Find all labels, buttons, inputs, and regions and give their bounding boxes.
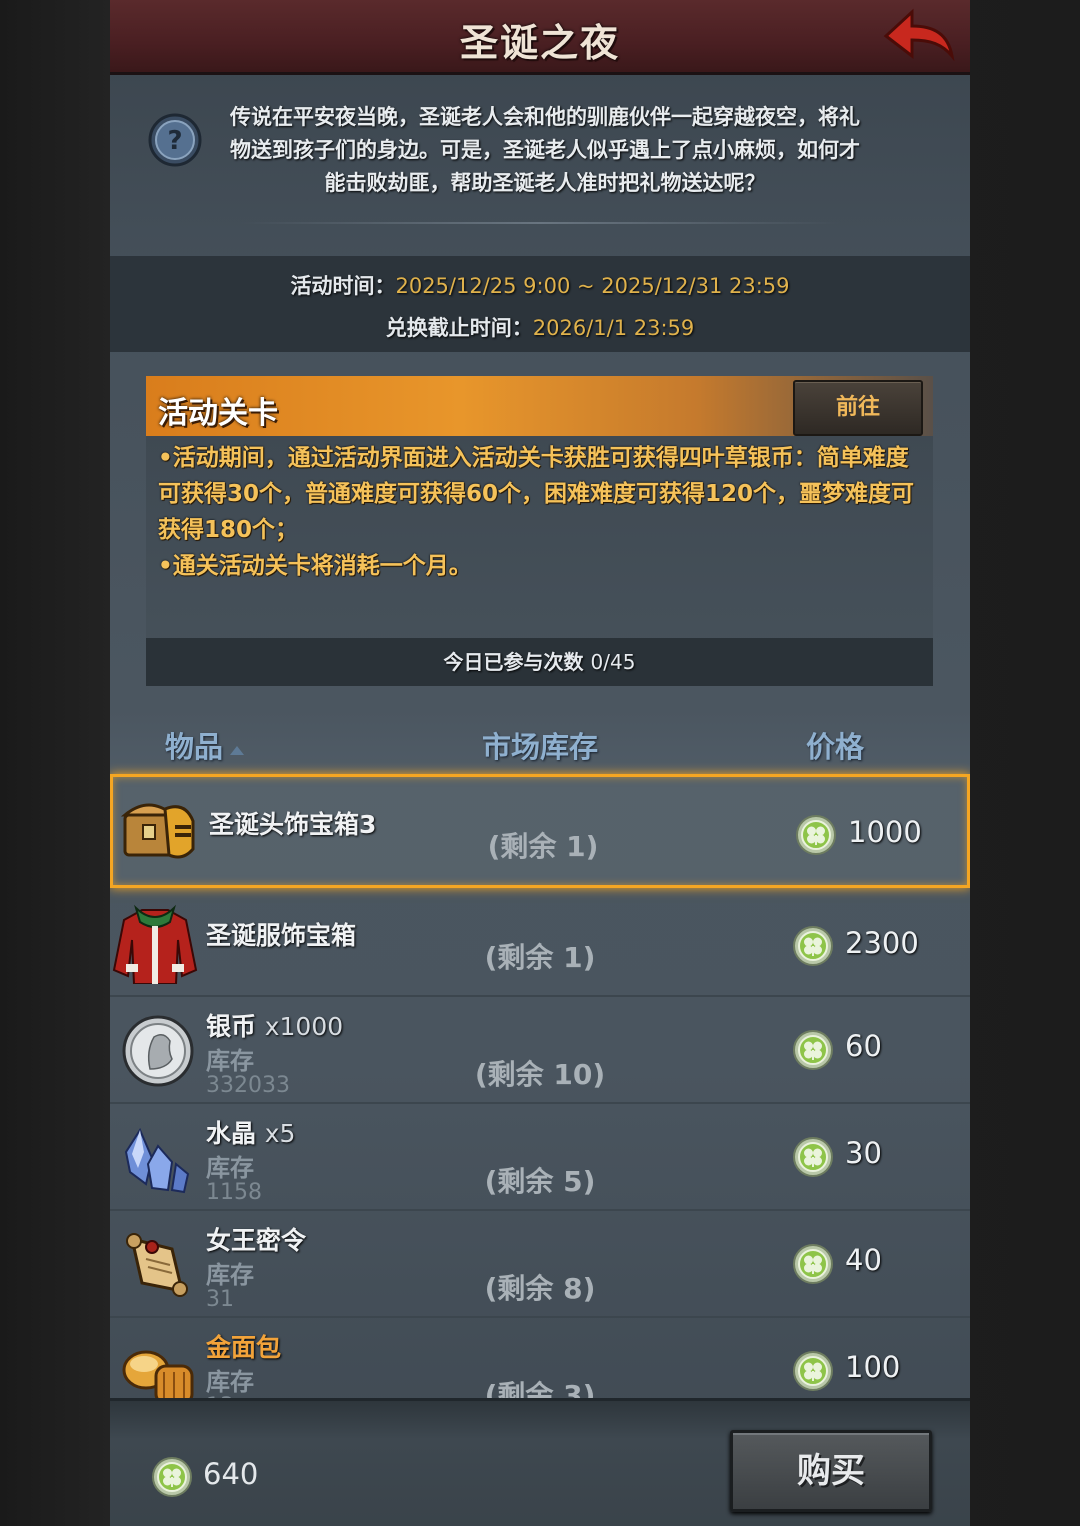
participation-label: 今日已参与次数 bbox=[443, 650, 584, 674]
item-price: 100 bbox=[845, 1350, 901, 1384]
column-header-stock[interactable]: 市场库存 bbox=[482, 724, 598, 766]
stock-label: 库存 bbox=[206, 1047, 254, 1075]
item-name: 圣诞服饰宝箱 bbox=[206, 921, 357, 950]
christmas-outfit-icon bbox=[112, 904, 198, 984]
exchange-deadline-value: 2026/1/1 23:59 bbox=[532, 316, 695, 340]
exchange-deadline-label: 兑换截止时间： bbox=[385, 316, 533, 340]
item-price: 2300 bbox=[845, 926, 919, 960]
silver-coin-icon bbox=[122, 1015, 194, 1087]
page: 圣诞之夜 ? 传说在平安夜当晚，圣诞老人会和他的驯鹿伙伴一起穿越夜空，将礼物送到… bbox=[0, 0, 1080, 1526]
scroll-icon bbox=[126, 1233, 188, 1297]
crystal-icon bbox=[124, 1127, 190, 1194]
stage-card: 活动关卡 前往 •活动期间，通过活动界面进入活动关卡获胜可获得四叶草银币：简单难… bbox=[146, 376, 933, 686]
stock-label: 库存 bbox=[206, 1368, 254, 1396]
main-panel: 圣诞之夜 ? 传说在平安夜当晚，圣诞老人会和他的驯鹿伙伴一起穿越夜空，将礼物送到… bbox=[110, 0, 970, 1526]
page-title: 圣诞之夜 bbox=[459, 21, 620, 65]
stock-label: 库存 bbox=[206, 1154, 254, 1182]
clover-coin-icon bbox=[796, 815, 836, 855]
stage-rules: •活动期间，通过活动界面进入活动关卡获胜可获得四叶草银币：简单难度可获得30个，… bbox=[158, 440, 920, 584]
table-row[interactable]: 女王密令 库存 31 (剩余 8) 40 bbox=[110, 1211, 970, 1318]
participation-value: 0/45 bbox=[590, 650, 636, 674]
sort-asc-icon[interactable] bbox=[230, 746, 244, 755]
item-price: 30 bbox=[845, 1136, 882, 1170]
clover-coin-icon bbox=[793, 926, 833, 966]
svg-text:?: ? bbox=[167, 126, 182, 156]
question-icon[interactable]: ? bbox=[148, 113, 202, 167]
table-header: 物品 市场库存 价格 bbox=[110, 710, 970, 774]
activity-time-value: 2025/12/25 9:00 ~ 2025/12/31 23:59 bbox=[395, 274, 790, 298]
goto-button[interactable]: 前往 bbox=[793, 380, 923, 436]
item-price: 40 bbox=[845, 1243, 882, 1277]
item-name: 水晶 x5 bbox=[206, 1119, 296, 1148]
exchange-deadline-row: 兑换截止时间：2026/1/1 23:59 bbox=[110, 312, 970, 342]
activity-time-row: 活动时间：2025/12/25 9:00 ~ 2025/12/31 23:59 bbox=[110, 270, 970, 300]
clover-coin-icon bbox=[793, 1137, 833, 1177]
table-row[interactable]: 银币 x1000 库存 332033 (剩余 10) 60 bbox=[110, 997, 970, 1104]
item-name: 圣诞头饰宝箱3 bbox=[209, 810, 377, 839]
coin-balance: 640 bbox=[203, 1457, 259, 1491]
stage-rule-1: •活动期间，通过活动界面进入活动关卡获胜可获得四叶草银币：简单难度可获得30个，… bbox=[158, 445, 915, 543]
title-bar: 圣诞之夜 bbox=[110, 0, 970, 75]
item-name: 银币 x1000 bbox=[206, 1012, 344, 1041]
stage-rule-2: •通关活动关卡将消耗一个月。 bbox=[158, 553, 472, 579]
stage-title: 活动关卡 bbox=[158, 396, 278, 431]
clover-coin-icon bbox=[152, 1457, 192, 1497]
back-arrow-icon[interactable] bbox=[878, 6, 958, 66]
clover-coin-icon bbox=[793, 1030, 833, 1070]
table-row[interactable]: 圣诞头饰宝箱3 (剩余 1) 1000 bbox=[110, 774, 970, 888]
stock-value: 31 bbox=[206, 1287, 234, 1312]
stock-label: 库存 bbox=[206, 1261, 254, 1289]
helmet-chest-icon bbox=[121, 803, 195, 859]
table-row[interactable]: 水晶 x5 库存 1158 (剩余 5) 30 bbox=[110, 1104, 970, 1211]
column-header-item[interactable]: 物品 bbox=[165, 724, 223, 766]
time-band: 活动时间：2025/12/25 9:00 ~ 2025/12/31 23:59 … bbox=[110, 256, 970, 352]
divider bbox=[240, 222, 840, 224]
table-row[interactable]: 圣诞服饰宝箱 (剩余 1) 2300 bbox=[110, 888, 970, 997]
activity-time-label: 活动时间： bbox=[290, 274, 396, 298]
item-price: 1000 bbox=[848, 815, 922, 849]
stock-value: 332033 bbox=[206, 1073, 290, 1098]
remaining-count: (剩余 8) bbox=[484, 1272, 596, 1305]
clover-coin-icon bbox=[793, 1351, 833, 1391]
column-header-price[interactable]: 价格 bbox=[806, 724, 864, 766]
stock-value: 1158 bbox=[206, 1180, 262, 1205]
description-section: ? 传说在平安夜当晚，圣诞老人会和他的驯鹿伙伴一起穿越夜空，将礼物送到孩子们的身… bbox=[110, 75, 970, 255]
remaining-count: (剩余 1) bbox=[484, 941, 596, 974]
item-name: 金面包 bbox=[206, 1333, 282, 1362]
stage-header: 活动关卡 前往 bbox=[146, 376, 933, 436]
remaining-count: (剩余 5) bbox=[484, 1165, 596, 1198]
remaining-count: (剩余 10) bbox=[474, 1058, 606, 1091]
item-name: 女王密令 bbox=[206, 1226, 307, 1255]
bottom-bar: 640 购买 bbox=[110, 1398, 970, 1526]
remaining-count: (剩余 1) bbox=[487, 830, 599, 863]
description-text: 传说在平安夜当晚，圣诞老人会和他的驯鹿伙伴一起穿越夜空，将礼物送到孩子们的身边。… bbox=[230, 105, 860, 195]
buy-button[interactable]: 购买 bbox=[730, 1430, 932, 1512]
participation-count: 今日已参与次数 0/45 bbox=[146, 638, 933, 686]
item-price: 60 bbox=[845, 1029, 882, 1063]
clover-coin-icon bbox=[793, 1244, 833, 1284]
